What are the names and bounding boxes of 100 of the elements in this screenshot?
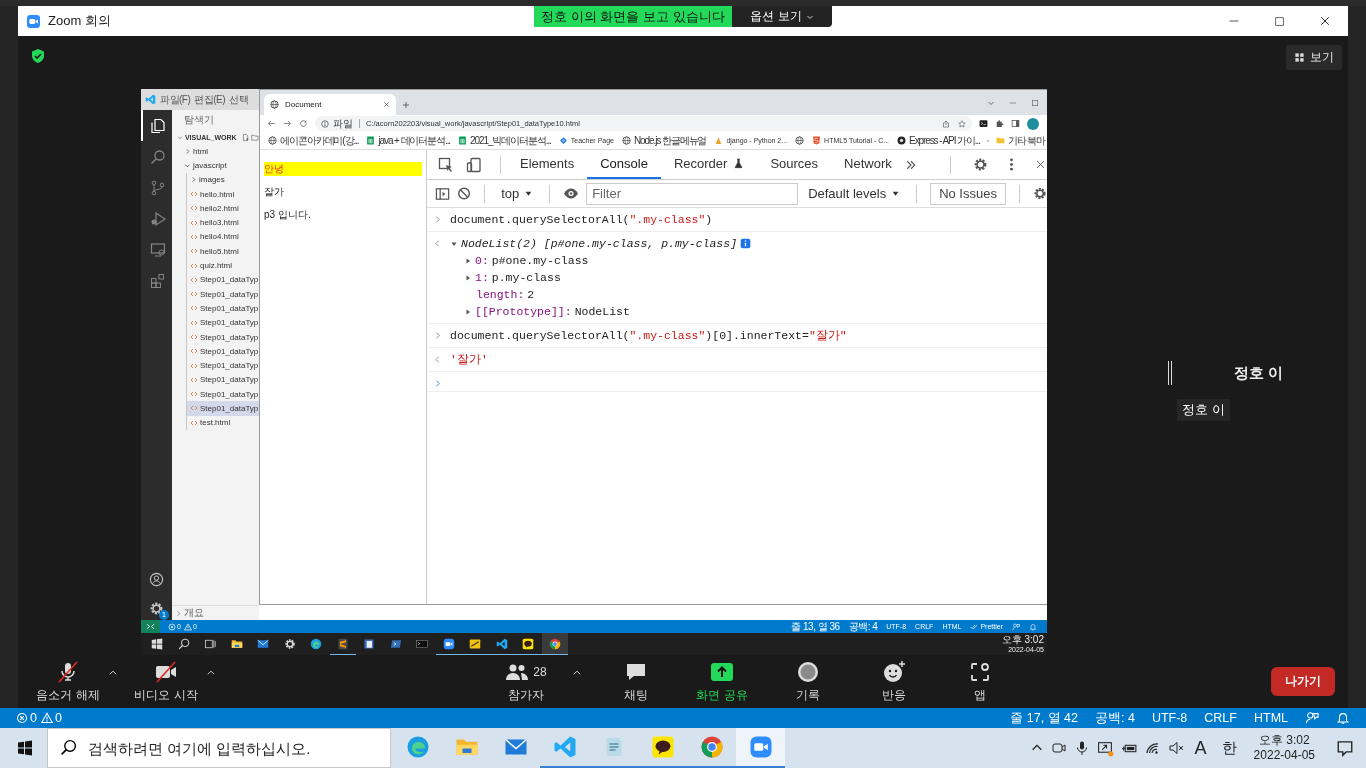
status-item[interactable]: 줄 17, 열 42 <box>1010 709 1078 727</box>
menu-item[interactable]: 파일(F) <box>160 92 191 107</box>
mic-button[interactable]: 음소거 해제 <box>28 659 108 704</box>
devtools-tab[interactable]: Console <box>587 150 661 179</box>
file-item[interactable]: Step01_dataTyp <box>187 387 259 402</box>
context-select[interactable]: top <box>498 186 537 201</box>
chat-button[interactable]: 채팅 <box>596 659 676 704</box>
bookmark[interactable]: java + 데이터분석... <box>364 133 453 148</box>
folder-item[interactable]: html <box>172 144 259 159</box>
folder-item[interactable]: images <box>187 172 259 187</box>
new-tab-icon[interactable] <box>402 101 410 109</box>
volume-muted-icon[interactable] <box>1167 740 1184 756</box>
share-button[interactable]: 화면 공유 <box>682 659 762 704</box>
folder-icon <box>995 136 1005 145</box>
notification-icon[interactable] <box>1336 739 1354 757</box>
file-item[interactable]: test.html <box>187 415 259 430</box>
sidebar-toggle-icon[interactable] <box>435 185 451 202</box>
devtools-tab[interactable]: Network <box>831 150 905 179</box>
devtools-tab[interactable]: Recorder <box>660 150 758 179</box>
file-item[interactable]: Step01_dataTyp <box>187 315 259 330</box>
share-icon[interactable] <box>942 119 950 128</box>
profile-avatar[interactable] <box>1027 117 1039 130</box>
status-item[interactable]: 공백: 4 <box>1095 709 1135 727</box>
file-item[interactable]: Step01_dataTyp <box>187 372 259 388</box>
apps-button[interactable]: 앱 <box>940 659 1020 704</box>
devtools-tab[interactable]: Sources <box>757 150 832 179</box>
settings-icon[interactable] <box>973 157 988 172</box>
file-item[interactable]: hello3.html <box>187 215 259 230</box>
expand-triangle-icon[interactable] <box>464 256 472 265</box>
code-file-icon <box>190 232 198 241</box>
bookmark[interactable] <box>793 136 807 145</box>
bookmark[interactable]: Express - API 가이... <box>895 133 982 148</box>
status-item[interactable]: 줄 13, 열 36 <box>791 619 840 634</box>
video-button[interactable]: 비디오 시작 <box>126 659 206 704</box>
file-item[interactable]: hello.html <box>187 186 259 202</box>
file-item[interactable]: hello4.html <box>187 229 259 245</box>
bookmark[interactable]: 2021_빅데이터분석... <box>456 133 553 148</box>
file-item[interactable]: Step01_dataTyp <box>187 358 259 373</box>
participants-button[interactable]: 28 참가자 <box>486 659 566 704</box>
browser-tab[interactable]: Document <box>264 94 396 115</box>
bookmark[interactable]: 에이콘아카데미(강... <box>266 133 361 148</box>
star-icon[interactable] <box>958 119 966 128</box>
console-result: '잘가' <box>450 352 488 368</box>
record-button[interactable]: 기록 <box>768 659 848 704</box>
clear-icon[interactable] <box>457 186 472 201</box>
bell-icon[interactable] <box>1336 711 1350 725</box>
menu-item[interactable]: 선택 <box>229 92 249 107</box>
expand-triangle-icon[interactable] <box>464 273 472 282</box>
filter-field[interactable]: Filter <box>586 182 799 205</box>
reload-icon[interactable] <box>299 119 308 128</box>
folder-item[interactable]: javascript <box>172 158 259 173</box>
issues-button[interactable]: No Issues <box>930 182 1006 205</box>
search-field[interactable]: 검색하려면 여기에 입력하십시오. <box>47 728 391 768</box>
bookmark[interactable]: Node.js 한글메뉴얼 <box>620 133 709 148</box>
levels-select[interactable]: Default levels <box>805 186 904 201</box>
settings-icon[interactable] <box>1032 186 1047 201</box>
devtools-tab[interactable]: Elements <box>507 150 588 179</box>
expand-triangle-icon[interactable] <box>464 307 472 316</box>
options-button[interactable]: 옵션 보기 <box>732 6 832 27</box>
camera-icon[interactable] <box>1050 740 1067 756</box>
menu-item[interactable]: 편집(E) <box>194 92 226 107</box>
browser-icon[interactable] <box>541 633 568 655</box>
reactions-button[interactable]: 반응 <box>854 659 934 704</box>
settings-icon[interactable] <box>149 601 164 616</box>
account-icon[interactable] <box>149 572 164 587</box>
file-item[interactable]: hello5.html <box>187 244 259 259</box>
status-item[interactable]: HTML <box>1253 711 1288 725</box>
maximize-icon[interactable] <box>1274 15 1285 27</box>
file-item[interactable]: Step01_dataTyp <box>187 272 259 287</box>
status-item[interactable]: 공백: 4 <box>848 619 878 634</box>
maximize-icon[interactable] <box>1031 98 1039 107</box>
bookmark-folder[interactable]: 기타 북마 <box>993 133 1047 148</box>
terminal-icon[interactable] <box>979 119 988 128</box>
windows-icon[interactable] <box>17 740 33 756</box>
close-icon[interactable] <box>1319 15 1331 27</box>
puzzle-icon[interactable] <box>995 119 1004 128</box>
forward-icon[interactable] <box>283 119 292 128</box>
back-icon[interactable] <box>267 119 276 128</box>
file-item[interactable]: Step01_dataTyp <box>187 344 259 359</box>
ime-indicator[interactable]: 한 <box>1217 738 1241 758</box>
file-item[interactable]: quiz.html <box>187 258 259 273</box>
screen-share-icon[interactable] <box>1096 739 1114 757</box>
inspect-icon[interactable] <box>438 156 454 173</box>
new-file-icon[interactable] <box>241 132 250 142</box>
device-icon[interactable] <box>466 156 482 173</box>
file-item[interactable]: hello2.html <box>187 201 259 216</box>
input-mode-indicator[interactable]: A <box>1190 737 1211 759</box>
feedback-icon[interactable] <box>1012 622 1020 631</box>
status-item[interactable]: CRLF <box>1204 711 1237 725</box>
leave-button[interactable]: 나가기 <box>1271 667 1335 696</box>
status-item[interactable]: UTF-8 <box>1151 711 1188 725</box>
side-panel-icon[interactable] <box>1011 119 1020 128</box>
file-item[interactable]: Step01_dataTyp <box>187 329 259 345</box>
feedback-icon[interactable] <box>1305 711 1319 725</box>
wifi-icon[interactable] <box>1144 740 1161 756</box>
file-item[interactable]: Step01_dataTyp <box>187 401 259 416</box>
more-tabs-icon[interactable] <box>904 158 917 171</box>
view-button[interactable]: 보기 <box>1286 45 1342 70</box>
file-item[interactable]: Step01_dataTyp <box>187 286 259 302</box>
file-item[interactable]: Step01_dataTyp <box>187 301 259 316</box>
